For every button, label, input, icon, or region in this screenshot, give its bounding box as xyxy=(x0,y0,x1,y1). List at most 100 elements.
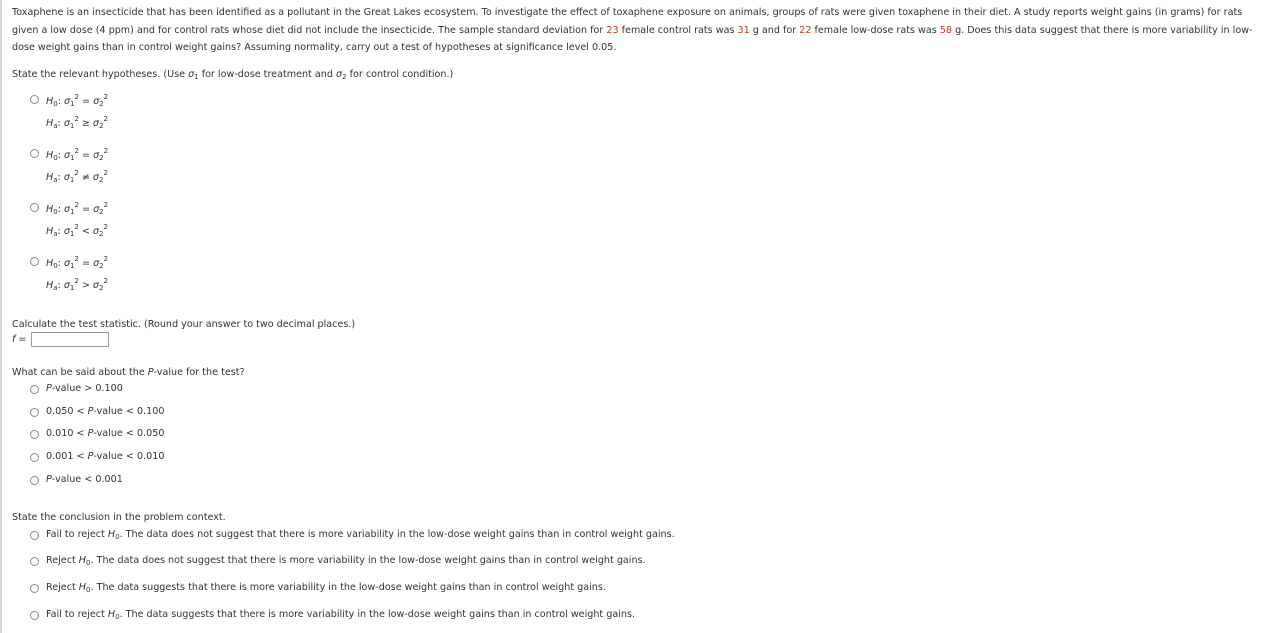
relation-symbol: = xyxy=(82,150,91,161)
relation-symbol: > xyxy=(81,280,90,291)
alternative-hypothesis: Ha: σ12 ≠ σ22 xyxy=(46,169,108,184)
radio-button[interactable] xyxy=(30,531,39,540)
option-text: Reject xyxy=(46,555,79,566)
subscript: 1 xyxy=(70,154,75,162)
sd-lowdose-value: 58 xyxy=(939,24,953,36)
hypotheses-prompt: State the relevant hypotheses. (Use σ1 f… xyxy=(12,69,453,81)
pvalue-option-label: 0.010 < P-value < 0.050 xyxy=(46,428,164,439)
radio-button[interactable] xyxy=(30,408,39,417)
subscript: 2 xyxy=(99,208,104,216)
h0-label: H xyxy=(78,555,87,566)
option-text: . The data suggests that there is more v… xyxy=(119,609,635,620)
subscript: 2 xyxy=(98,230,104,238)
statistic-prompt: Calculate the test statistic. (Round you… xyxy=(12,319,356,330)
pvalue-option-label: 0.001 < P-value < 0.010 xyxy=(46,451,164,462)
intro-text: female low-dose rats was xyxy=(811,24,940,36)
radio-button[interactable] xyxy=(30,557,39,566)
radio-button[interactable] xyxy=(30,430,39,439)
subscript: 2 xyxy=(98,176,104,184)
option-text: Reject xyxy=(46,582,79,593)
option-text: Fail to reject xyxy=(46,529,108,540)
h0-label: H xyxy=(107,529,116,540)
subscript: 1 xyxy=(69,176,75,184)
superscript: 2 xyxy=(103,255,109,263)
radio-button[interactable] xyxy=(30,453,39,462)
superscript: 2 xyxy=(103,201,109,209)
intro-text: g and for xyxy=(749,24,800,36)
pvalue-option-label: P-value < 0.001 xyxy=(46,474,123,485)
option-text: . The data suggests that there is more v… xyxy=(90,582,606,593)
radio-button[interactable] xyxy=(30,611,39,620)
pvalue-prompt: What can be said about the P-value for t… xyxy=(12,367,245,378)
f-label-text: f = xyxy=(12,334,27,345)
superscript: 2 xyxy=(103,169,108,177)
relation-symbol: ≠ xyxy=(81,172,90,183)
pvalue-option-label: 0.050 < P-value < 0.100 xyxy=(46,406,164,417)
option-text: -value > 0.100 xyxy=(51,383,123,394)
subscript: 2 xyxy=(99,262,104,270)
radio-button[interactable] xyxy=(30,584,39,593)
prompt-text: for control condition.) xyxy=(346,69,454,80)
relation-symbol: ≥ xyxy=(81,118,90,129)
relation-symbol: = xyxy=(82,96,91,107)
option-text: 0.050 < xyxy=(46,406,88,417)
radio-button[interactable] xyxy=(30,203,39,212)
subscript: 1 xyxy=(69,122,75,130)
conclusion-option-label: Fail to reject H0. The data suggests tha… xyxy=(46,609,635,621)
f-statistic-input[interactable] xyxy=(31,332,109,347)
radio-button[interactable] xyxy=(30,95,39,104)
superscript: 2 xyxy=(103,223,108,231)
intro-text: female control rats was xyxy=(618,24,738,36)
option-text: Fail to reject xyxy=(46,609,108,620)
pvalue-option-label: P-value > 0.100 xyxy=(46,383,123,394)
superscript: 2 xyxy=(103,147,109,155)
option-text: -value < 0.001 xyxy=(51,474,123,485)
subscript: 2 xyxy=(98,122,104,130)
relation-symbol: = xyxy=(82,258,91,269)
superscript: 2 xyxy=(103,277,108,285)
n-control-value: 23 xyxy=(606,24,619,36)
problem-statement: Toxaphene is an insecticide that has bee… xyxy=(12,4,1262,57)
option-text: . The data does not suggest that there i… xyxy=(119,529,675,540)
subscript: 1 xyxy=(70,100,75,108)
alternative-hypothesis: Ha: σ12 < σ22 xyxy=(46,223,108,238)
n-lowdose-value: 22 xyxy=(799,24,812,36)
prompt-text: for low-dose treatment and xyxy=(198,69,336,80)
h0-label: H xyxy=(78,582,87,593)
subscript: 2 xyxy=(99,154,104,162)
radio-button[interactable] xyxy=(30,257,39,266)
superscript: 2 xyxy=(103,93,109,101)
subscript: 1 xyxy=(70,208,75,216)
left-border xyxy=(0,0,2,633)
null-hypothesis: H0: σ12 = σ22 xyxy=(46,255,108,270)
sd-control-value: 31 xyxy=(737,24,750,36)
h0-label: H xyxy=(107,609,116,620)
conclusion-option-label: Reject H0. The data does not suggest tha… xyxy=(46,555,646,567)
subscript: 1 xyxy=(69,230,75,238)
conclusion-option-label: Fail to reject H0. The data does not sug… xyxy=(46,529,675,541)
relation-symbol: = xyxy=(82,204,91,215)
conclusion-option-label: Reject H0. The data suggests that there … xyxy=(46,582,606,594)
option-text: 0.010 < xyxy=(46,428,88,439)
subscript: 2 xyxy=(98,284,104,292)
subscript: 1 xyxy=(70,262,75,270)
option-text: -value < 0.010 xyxy=(93,451,165,462)
superscript: 2 xyxy=(103,115,108,123)
null-hypothesis: H0: σ12 = σ22 xyxy=(46,147,108,162)
prompt-text: State the relevant hypotheses. (Use xyxy=(12,69,189,80)
conclusion-prompt: State the conclusion in the problem cont… xyxy=(12,512,226,523)
option-text: 0.001 < xyxy=(46,451,88,462)
radio-button[interactable] xyxy=(30,476,39,485)
radio-button[interactable] xyxy=(30,385,39,394)
relation-symbol: < xyxy=(81,226,90,237)
prompt-text: What can be said about the xyxy=(12,367,148,378)
radio-button[interactable] xyxy=(30,149,39,158)
alternative-hypothesis: Ha: σ12 ≥ σ22 xyxy=(46,115,108,130)
option-text: -value < 0.050 xyxy=(93,428,165,439)
prompt-text: -value for the test? xyxy=(153,367,245,378)
subscript: 1 xyxy=(69,284,75,292)
f-label: f = xyxy=(12,334,26,345)
option-text: -value < 0.100 xyxy=(93,406,165,417)
alternative-hypothesis: Ha: σ12 > σ22 xyxy=(46,277,108,292)
subscript: 2 xyxy=(99,100,104,108)
